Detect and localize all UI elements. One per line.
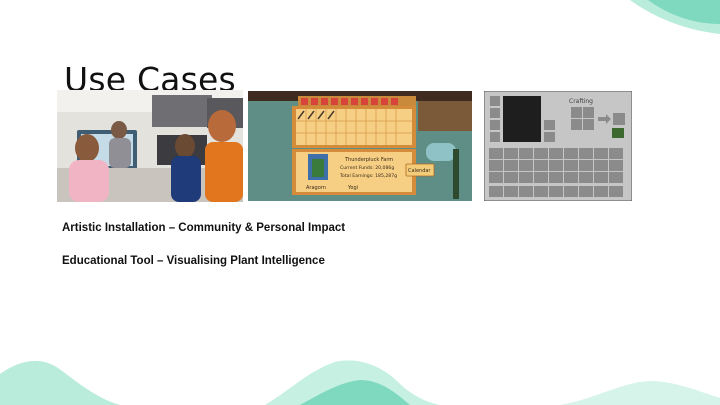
bottom-wave-decoration [0, 360, 720, 405]
use-case-artistic-installation: Artistic Installation – Community & Pers… [62, 222, 346, 234]
calendar-tooltip-text: Calendar [408, 168, 431, 174]
farm-game-screenshot: Thunderpluck Farm Current Funds: 20,086g… [248, 91, 472, 201]
top-right-wave-decoration [630, 0, 720, 34]
crafting-illustration: Crafting [484, 91, 632, 201]
pet-name-text: Yogi [347, 185, 358, 191]
player-name-text: Aragorn [306, 185, 326, 191]
use-case-educational-tool: Educational Tool – Visualising Plant Int… [62, 255, 325, 267]
slide: Use Cases Thunderpluck Farm Current Fund… [0, 0, 720, 405]
farm-name-text: Thunderpluck Farm [344, 157, 393, 163]
crafting-game-screenshot: Crafting [484, 91, 632, 201]
crafting-title-text: Crafting [569, 98, 593, 105]
farm-game-illustration: Thunderpluck Farm Current Funds: 20,086g… [248, 91, 472, 201]
total-earnings-text: Total Earnings: 185,287g [339, 173, 397, 179]
current-funds-text: Current Funds: 20,086g [340, 165, 394, 171]
classroom-illustration [57, 90, 243, 202]
classroom-photo [57, 90, 243, 202]
